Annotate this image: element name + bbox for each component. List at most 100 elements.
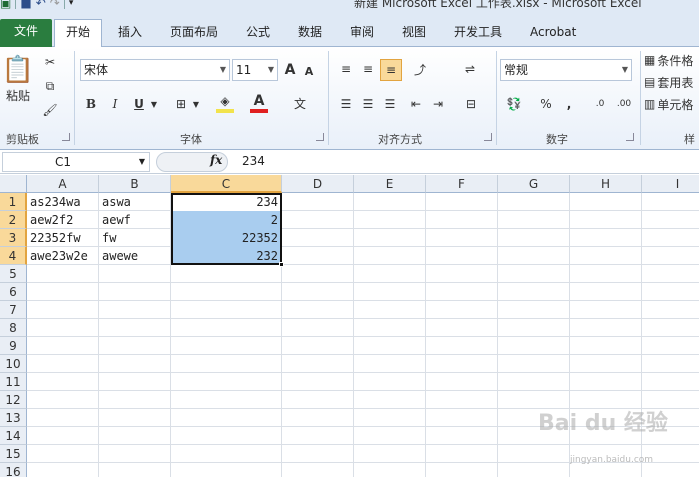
- cell-b4[interactable]: awewe: [99, 247, 171, 265]
- select-all-corner[interactable]: [0, 175, 27, 193]
- phonetic-icon[interactable]: 文: [290, 93, 310, 113]
- format-painter-icon[interactable]: 🖌: [40, 101, 60, 119]
- underline-button[interactable]: U: [130, 95, 148, 113]
- border-icon[interactable]: ⊞: [172, 95, 190, 113]
- column-header-b[interactable]: B: [99, 175, 171, 193]
- row-header-9[interactable]: 9: [0, 337, 27, 355]
- copy-icon[interactable]: ⧉: [40, 77, 60, 95]
- cell-c1[interactable]: 234: [171, 193, 282, 211]
- tab-review[interactable]: 审阅: [350, 20, 374, 47]
- tab-data[interactable]: 数据: [298, 20, 322, 47]
- increase-decimal-icon[interactable]: .0: [590, 95, 610, 113]
- row-header-14[interactable]: 14: [0, 427, 27, 445]
- paste-icon[interactable]: 📋: [2, 53, 34, 87]
- percent-button[interactable]: %: [538, 95, 554, 113]
- row-header-1[interactable]: 1: [0, 193, 27, 211]
- cell-b1[interactable]: aswa: [99, 193, 171, 211]
- row-header-4[interactable]: 4: [0, 247, 27, 265]
- row-header-11[interactable]: 11: [0, 373, 27, 391]
- cell-a3[interactable]: 22352fw: [27, 229, 99, 247]
- redo-icon[interactable]: ↷: [50, 0, 60, 10]
- row-header-12[interactable]: 12: [0, 391, 27, 409]
- font-color-button[interactable]: A: [250, 93, 268, 113]
- tab-insert[interactable]: 插入: [118, 20, 142, 47]
- row-header-5[interactable]: 5: [0, 265, 27, 283]
- gridline: [425, 193, 426, 477]
- number-format-select[interactable]: 常规 ▼: [500, 59, 632, 81]
- row-header-13[interactable]: 13: [0, 409, 27, 427]
- font-name-select[interactable]: 宋体 ▼: [80, 59, 230, 81]
- decrease-decimal-icon[interactable]: .00: [614, 95, 634, 113]
- font-launcher-icon[interactable]: [316, 133, 324, 141]
- align-right-icon[interactable]: ☰: [380, 95, 400, 113]
- accounting-format-icon[interactable]: 💱: [504, 95, 524, 113]
- cell-c2[interactable]: 2: [171, 211, 282, 229]
- cell-a2[interactable]: aew2f2: [27, 211, 99, 229]
- cell-b3[interactable]: fw: [99, 229, 171, 247]
- cell-c4[interactable]: 232: [171, 247, 282, 265]
- save-icon[interactable]: ■: [20, 0, 31, 10]
- decrease-indent-icon[interactable]: ⇤: [406, 95, 426, 113]
- formula-input[interactable]: 234: [242, 154, 265, 168]
- insert-function-button[interactable]: fx: [210, 153, 222, 167]
- column-header-e[interactable]: E: [354, 175, 426, 193]
- row-header-2[interactable]: 2: [0, 211, 27, 229]
- undo-icon[interactable]: ↶: [36, 0, 46, 10]
- alignment-launcher-icon[interactable]: [484, 133, 492, 141]
- align-top-icon[interactable]: ≡: [336, 59, 356, 79]
- grow-font-button[interactable]: A: [282, 61, 298, 79]
- row-header-3[interactable]: 3: [0, 229, 27, 247]
- underline-dropdown-icon[interactable]: ▼: [149, 95, 159, 113]
- tab-developer[interactable]: 开发工具: [454, 20, 502, 47]
- tab-file[interactable]: 文件: [0, 19, 52, 47]
- italic-button[interactable]: I: [106, 95, 124, 113]
- column-header-d[interactable]: D: [282, 175, 354, 193]
- column-header-g[interactable]: G: [498, 175, 570, 193]
- cell-a4[interactable]: awe23w2e: [27, 247, 99, 265]
- comma-button[interactable]: ,: [562, 95, 576, 113]
- shrink-font-button[interactable]: A: [302, 63, 316, 79]
- align-left-icon[interactable]: ☰: [336, 95, 356, 113]
- align-center-icon[interactable]: ☰: [358, 95, 378, 113]
- align-middle-icon[interactable]: ≡: [358, 59, 378, 79]
- fill-color-icon[interactable]: ◈: [216, 93, 234, 113]
- conditional-format-button[interactable]: ▦ 条件格: [644, 51, 699, 69]
- row-header-7[interactable]: 7: [0, 301, 27, 319]
- column-header-h[interactable]: H: [570, 175, 642, 193]
- cell-c3[interactable]: 22352: [171, 229, 282, 247]
- column-header-i[interactable]: I: [642, 175, 699, 193]
- increase-indent-icon[interactable]: ⇥: [428, 95, 448, 113]
- align-bottom-icon[interactable]: ≡: [380, 59, 402, 81]
- row-header-6[interactable]: 6: [0, 283, 27, 301]
- paste-button[interactable]: 粘贴: [2, 87, 34, 103]
- bold-button[interactable]: B: [82, 95, 100, 113]
- column-header-a[interactable]: A: [27, 175, 99, 193]
- format-as-table-button[interactable]: ▤ 套用表: [644, 73, 699, 91]
- merge-center-icon[interactable]: ⊟: [460, 95, 482, 113]
- cut-icon[interactable]: ✂: [40, 53, 60, 71]
- tab-home[interactable]: 开始: [54, 19, 102, 47]
- tab-page-layout[interactable]: 页面布局: [170, 20, 218, 47]
- row-header-15[interactable]: 15: [0, 445, 27, 463]
- row-header-10[interactable]: 10: [0, 355, 27, 373]
- number-format-value: 常规: [504, 63, 529, 77]
- name-box[interactable]: C1 ▼: [2, 152, 150, 172]
- row-header-8[interactable]: 8: [0, 319, 27, 337]
- font-size-select[interactable]: 11 ▼: [232, 59, 278, 81]
- border-dropdown-icon[interactable]: ▼: [191, 95, 201, 113]
- column-header-c[interactable]: C: [171, 175, 282, 193]
- customize-qat-icon[interactable]: ▾: [69, 0, 74, 10]
- cell-b2[interactable]: aewf: [99, 211, 171, 229]
- wrap-text-icon[interactable]: ⇌: [460, 59, 480, 79]
- cell-a1[interactable]: as234wa: [27, 193, 99, 211]
- cell-styles-button[interactable]: ▥ 单元格: [644, 95, 699, 113]
- orientation-icon[interactable]: ⤴: [408, 59, 432, 79]
- tab-formulas[interactable]: 公式: [246, 20, 270, 47]
- row-header-16[interactable]: 16: [0, 463, 27, 477]
- tab-view[interactable]: 视图: [402, 20, 426, 47]
- column-header-f[interactable]: F: [426, 175, 498, 193]
- clipboard-launcher-icon[interactable]: [62, 133, 70, 141]
- number-launcher-icon[interactable]: [626, 133, 634, 141]
- tab-acrobat[interactable]: Acrobat: [530, 20, 576, 47]
- group-divider: [496, 51, 497, 145]
